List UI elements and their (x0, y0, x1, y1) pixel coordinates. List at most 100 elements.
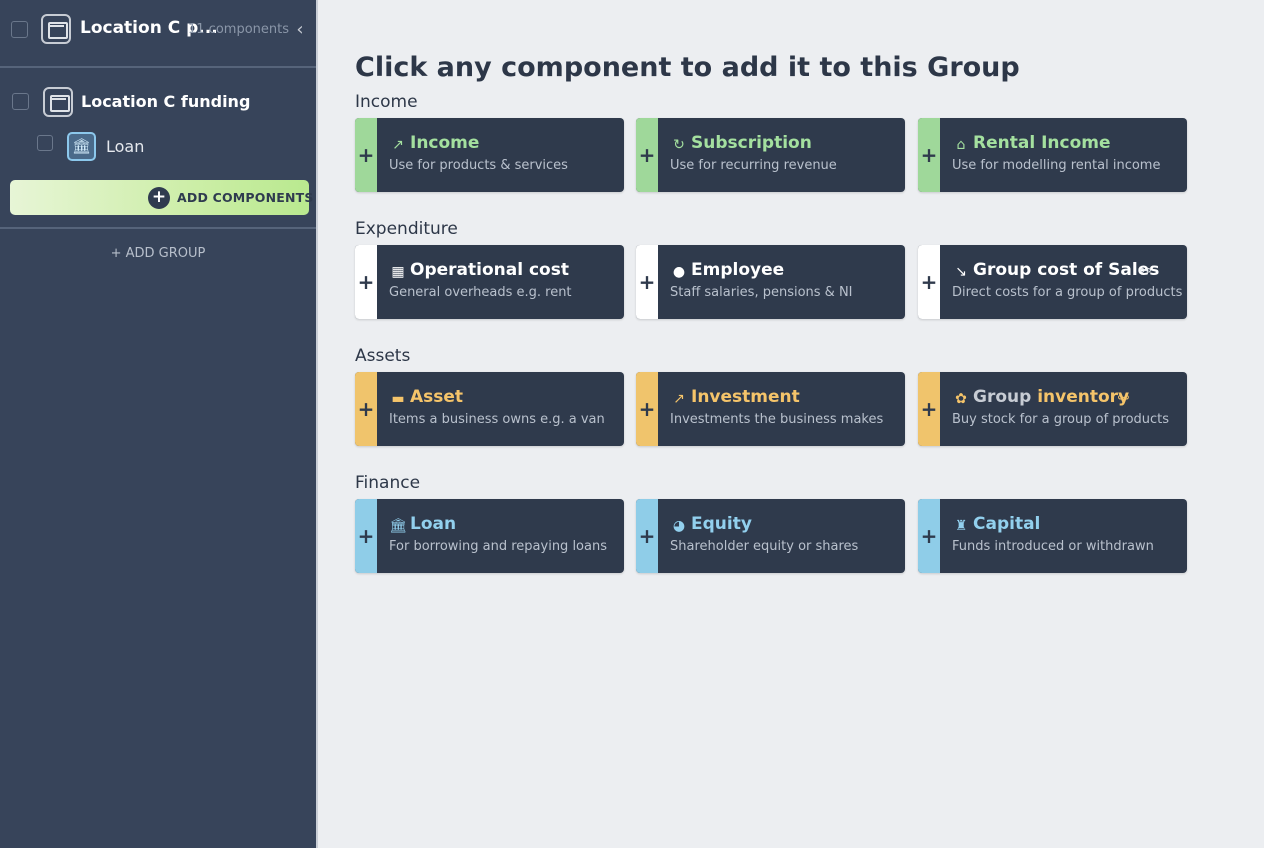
plus-icon: + (920, 397, 938, 421)
card-description: Funds introduced or withdrawn (952, 539, 1154, 554)
card-group-inventory[interactable]: + ✿ Group inventory ⚯ Buy stock for a gr… (918, 372, 1187, 446)
add-components-button[interactable]: + ADD COMPONENTS (10, 180, 313, 215)
card-investment[interactable]: + ↗ Investment Investments the business … (636, 372, 905, 446)
divider (0, 227, 316, 229)
card-description: Buy stock for a group of products (952, 412, 1170, 427)
folder-icon (43, 87, 73, 117)
pie-chart-icon: ◕ (672, 518, 686, 534)
add-strip: + (918, 372, 940, 446)
card-loan[interactable]: + 🏛 Loan For borrowing and repaying loan… (355, 499, 624, 573)
add-strip: + (918, 245, 940, 319)
plus-icon: + (357, 143, 375, 167)
card-group-cost-of-sales[interactable]: + ↘ Group cost of Sales ⚯ Direct costs f… (918, 245, 1187, 319)
plus-icon: + (357, 397, 375, 421)
section-label-finance: Finance (355, 473, 421, 493)
add-strip: + (918, 118, 940, 192)
card-title: Asset (410, 387, 464, 407)
card-description: For borrowing and repaying loans (389, 539, 607, 554)
add-group-button[interactable]: + ADD GROUP (0, 246, 316, 266)
card-operational-cost[interactable]: + ▦ Operational cost General overheads e… (355, 245, 624, 319)
trend-down-icon: ↘ (955, 264, 967, 280)
card-title: Equity (691, 514, 752, 534)
boxes-icon: ✿ (955, 391, 967, 407)
add-strip: + (355, 499, 377, 573)
card-description: Direct costs for a group of products (952, 285, 1183, 300)
card-asset[interactable]: + ▬ Asset Items a business owns e.g. a v… (355, 372, 624, 446)
chart-line-icon: ↗ (673, 391, 685, 407)
card-description: Staff salaries, pensions & NI (670, 285, 853, 300)
card-title: Loan (410, 514, 457, 534)
group-title[interactable]: Location C funding (81, 92, 250, 111)
trend-up-icon: ↗ (392, 137, 404, 153)
card-employee[interactable]: + ● Employee Staff salaries, pensions & … (636, 245, 905, 319)
plus-icon: + (357, 270, 375, 294)
card-title: Operational cost (410, 260, 569, 280)
add-strip: + (636, 118, 658, 192)
card-title: Investment (691, 387, 800, 407)
section-label-income: Income (355, 92, 418, 112)
home-icon: ⌂ (956, 137, 966, 153)
card-description: General overheads e.g. rent (389, 285, 572, 300)
add-strip: + (636, 245, 658, 319)
card-title: Capital (973, 514, 1041, 534)
plus-icon: + (920, 143, 938, 167)
add-components-label: ADD COMPONENTS (177, 190, 314, 205)
add-strip: + (918, 499, 940, 573)
add-strip: + (355, 118, 377, 192)
card-subscription[interactable]: + ↻ Subscription Use for recurring reven… (636, 118, 905, 192)
section-label-assets: Assets (355, 346, 411, 366)
card-description: Use for products & services (389, 158, 568, 173)
title-prefix: Group (973, 387, 1032, 407)
card-description: Use for recurring revenue (670, 158, 837, 173)
truck-icon: ▬ (391, 391, 405, 407)
card-description: Investments the business makes (670, 412, 884, 427)
card-description: Shareholder equity or shares (670, 539, 859, 554)
card-title: Income (410, 133, 480, 153)
sidebar-item-label[interactable]: Loan (106, 137, 144, 156)
card-title: Subscription (691, 133, 812, 153)
plus-icon: + (638, 524, 656, 548)
folder-icon (41, 14, 71, 44)
card-rental-income[interactable]: + ⌂ Rental Income Use for modelling rent… (918, 118, 1187, 192)
group-checkbox[interactable] (12, 93, 29, 110)
title-main: inventory (1037, 387, 1130, 407)
building-icon: ▦ (391, 264, 405, 280)
card-title-group: Group inventory (973, 387, 1129, 407)
card-capital[interactable]: + ♜ Capital Funds introduced or withdraw… (918, 499, 1187, 573)
section-label-expenditure: Expenditure (355, 219, 458, 239)
add-strip: + (355, 372, 377, 446)
page-title: Click any component to add it to this Gr… (355, 52, 1020, 83)
card-income[interactable]: + ↗ Income Use for products & services (355, 118, 624, 192)
money-bag-icon: ♜ (954, 518, 968, 534)
link-icon: ⚯ (1118, 391, 1129, 406)
link-icon: ⚯ (1140, 264, 1151, 279)
plus-icon: + (920, 524, 938, 548)
plus-icon: + (638, 397, 656, 421)
item-checkbox[interactable] (37, 135, 53, 151)
add-strip: + (636, 372, 658, 446)
recurring-icon: ↻ (673, 137, 685, 153)
plus-icon: + (920, 270, 938, 294)
plus-icon: + (638, 270, 656, 294)
card-title: Rental Income (973, 133, 1111, 153)
card-title: Group cost of Sales (973, 260, 1160, 280)
add-strip: + (355, 245, 377, 319)
component-count: 11 components (188, 22, 289, 37)
group-row[interactable]: Location C funding (0, 84, 316, 120)
sidebar-header: Location C p... 11 components ‹ (0, 0, 316, 68)
card-equity[interactable]: + ◕ Equity Shareholder equity or shares (636, 499, 905, 573)
add-strip: + (636, 499, 658, 573)
sidebar: Location C p... 11 components ‹ Location… (0, 0, 318, 848)
card-description: Use for modelling rental income (952, 158, 1161, 173)
plus-icon: + (638, 143, 656, 167)
bank-icon: 🏛 (389, 518, 407, 534)
header-checkbox[interactable] (11, 21, 28, 38)
card-description: Items a business owns e.g. a van (389, 412, 605, 427)
sidebar-item-loan[interactable]: 🏛 Loan (0, 128, 316, 164)
person-icon: ● (672, 264, 686, 280)
plus-icon: + (357, 524, 375, 548)
bank-icon: 🏛 (67, 132, 96, 161)
card-title: Employee (691, 260, 785, 280)
plus-circle-icon: + (148, 187, 170, 209)
chevron-left-icon[interactable]: ‹ (292, 20, 308, 40)
